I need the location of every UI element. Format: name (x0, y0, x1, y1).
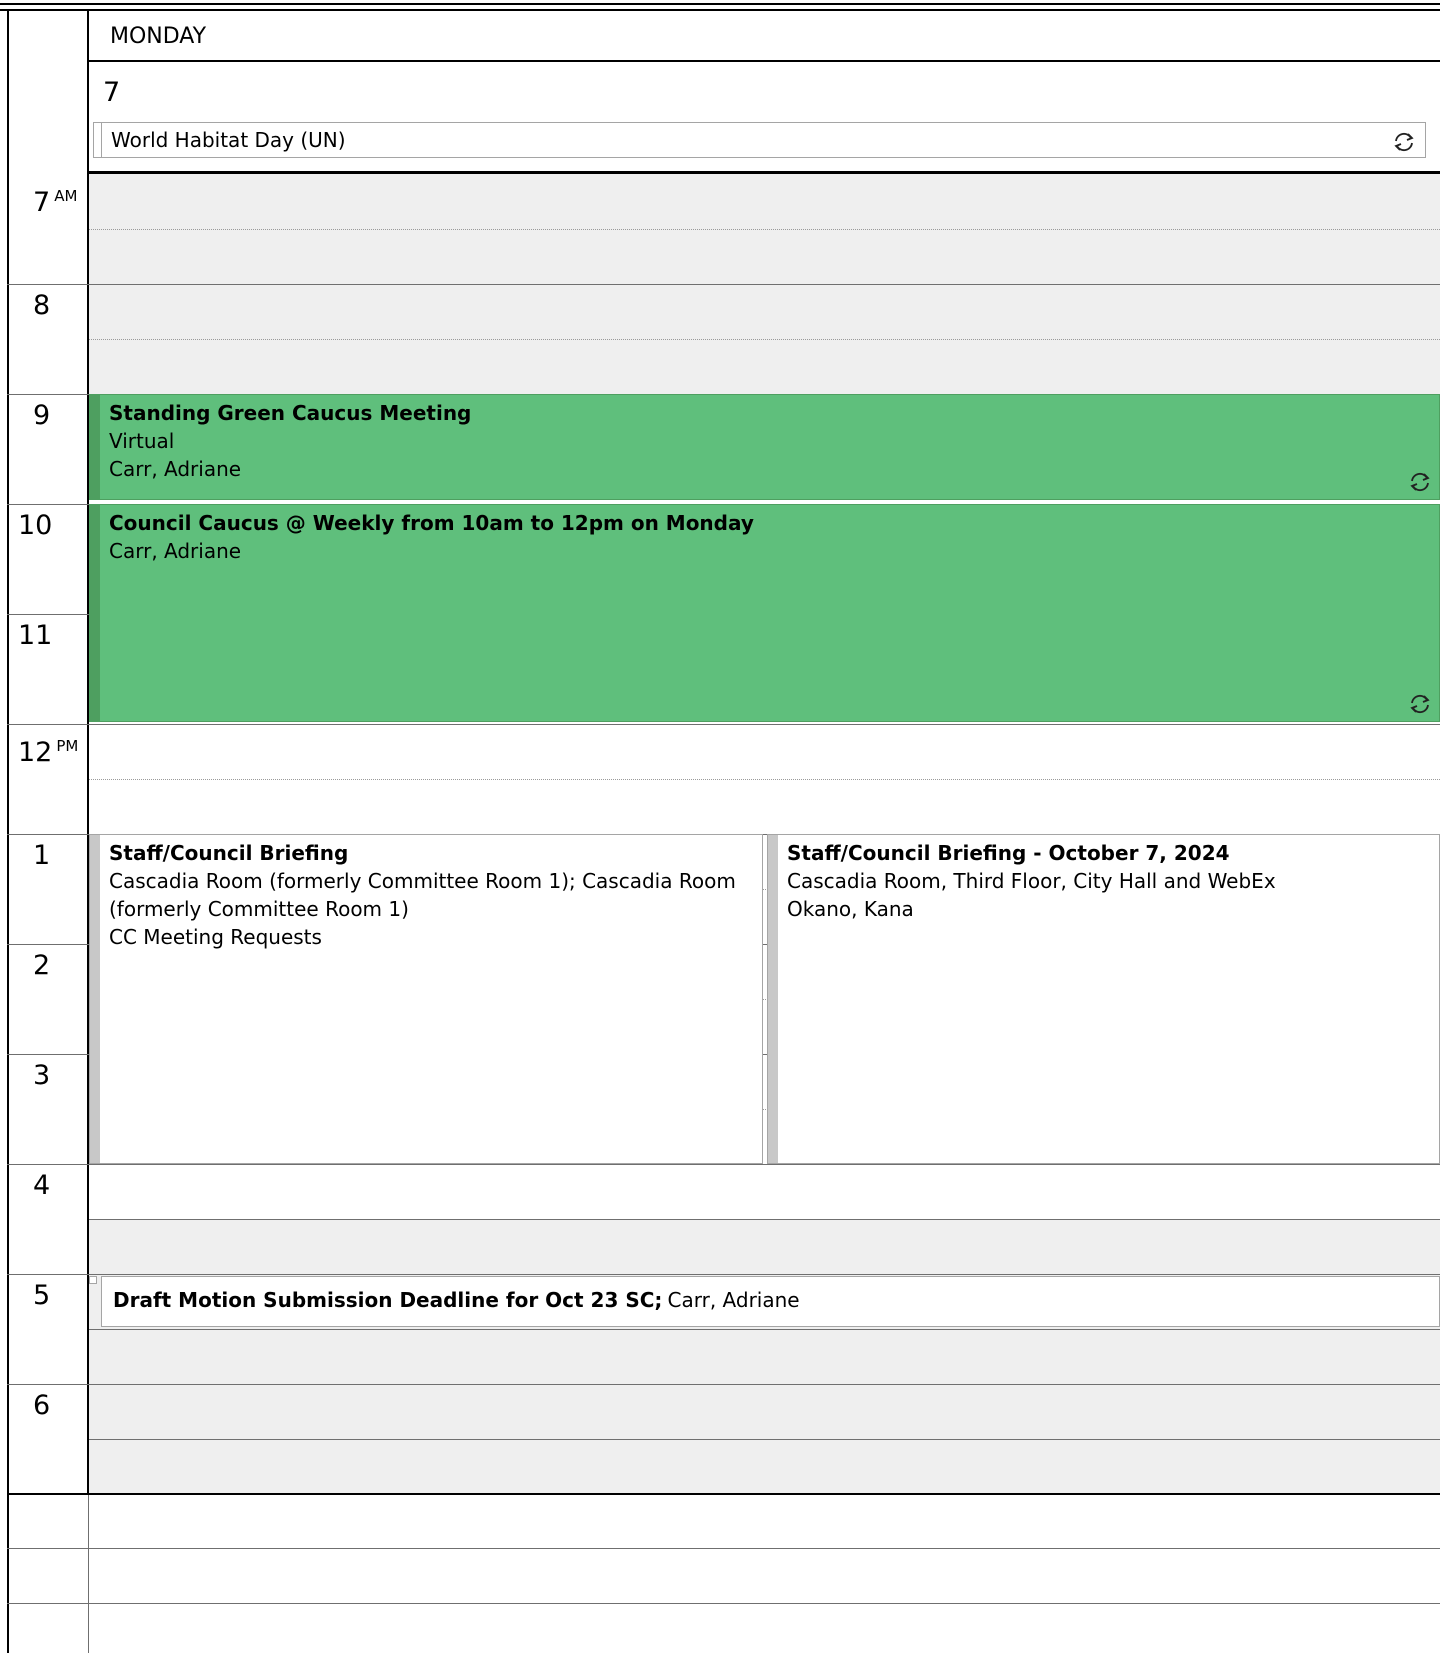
event-staff-council-briefing-oct7[interactable]: Staff/Council Briefing - October 7, 2024… (767, 834, 1440, 1164)
time-label-10: 10 (18, 510, 53, 541)
recurring-icon (1392, 131, 1416, 153)
event-draft-motion-deadline[interactable]: Draft Motion Submission Deadline for Oct… (101, 1276, 1440, 1327)
time-label-3: 3 (33, 1060, 51, 1091)
event-green-caucus[interactable]: Standing Green Caucus Meeting Virtual Ca… (89, 394, 1440, 500)
top-border (0, 3, 1440, 5)
all-day-event-title: World Habitat Day (UN) (111, 128, 346, 152)
event-title: Draft Motion Submission Deadline for Oct… (113, 1288, 663, 1312)
event-organizer: Carr, Adriane (109, 457, 242, 481)
event-details: Council Caucus @ Weekly from 10am to 12p… (109, 509, 754, 565)
event-status-bar (94, 123, 102, 157)
event-details: Staff/Council Briefing - October 7, 2024… (787, 839, 1437, 923)
calendar-left-border (7, 9, 9, 1653)
time-label-12pm: 12 PM (18, 737, 79, 768)
date-number[interactable]: 7 (103, 76, 120, 110)
time-label-6: 6 (33, 1390, 51, 1421)
event-staff-council-briefing[interactable]: Staff/Council Briefing Cascadia Room (fo… (89, 834, 763, 1164)
event-title: Staff/Council Briefing - October 7, 2024 (787, 841, 1230, 865)
event-location: Virtual (109, 429, 175, 453)
non-working-hours-evening (89, 1220, 1440, 1494)
half-hour-line (89, 1439, 1440, 1440)
event-organizer: Carr, Adriane (109, 539, 242, 563)
event-status-bar (90, 505, 100, 721)
top-border-inner (0, 9, 1440, 11)
time-label-5: 5 (33, 1280, 51, 1311)
time-label-9: 9 (33, 400, 51, 431)
time-label-1: 1 (33, 840, 51, 871)
time-label-4: 4 (33, 1170, 51, 1201)
half-hour-line (89, 339, 1440, 340)
half-hour-line (89, 229, 1440, 230)
hour-line (7, 284, 1440, 285)
event-title: Staff/Council Briefing (109, 841, 349, 865)
event-status-bar (90, 835, 100, 1163)
hour-line (7, 724, 1440, 725)
event-calendar: CC Meeting Requests (109, 925, 322, 949)
event-location-continued: (formerly Committee Room 1) (109, 897, 409, 921)
footer-line (7, 1548, 1440, 1549)
all-day-event[interactable]: World Habitat Day (UN) (93, 122, 1426, 158)
event-status-bar (90, 395, 100, 499)
event-title: Council Caucus @ Weekly from 10am to 12p… (109, 511, 754, 535)
event-title: Standing Green Caucus Meeting (109, 401, 472, 425)
event-location: Cascadia Room (formerly Committee Room 1… (109, 869, 736, 893)
time-column-separator-lower (88, 1493, 89, 1653)
recurring-icon (1408, 693, 1432, 715)
event-status-marker (89, 1276, 97, 1284)
half-hour-line (89, 779, 1440, 780)
event-organizer: Carr, Adriane (667, 1288, 800, 1312)
event-details: Standing Green Caucus Meeting Virtual Ca… (109, 399, 471, 483)
event-details: Staff/Council Briefing Cascadia Room (fo… (109, 839, 759, 951)
footer-line (7, 1603, 1440, 1604)
day-of-week-header: MONDAY (110, 24, 207, 49)
time-label-8: 8 (33, 290, 51, 321)
header-divider (89, 60, 1440, 62)
event-organizer: Okano, Kana (787, 897, 914, 921)
day-end-divider (7, 1493, 1440, 1495)
hour-line (7, 1384, 1440, 1385)
half-hour-line (89, 1219, 1440, 1220)
hour-line (7, 1164, 1440, 1165)
event-location: Cascadia Room, Third Floor, City Hall an… (787, 869, 1276, 893)
time-label-11: 11 (18, 620, 53, 651)
half-hour-line (89, 1329, 1440, 1330)
time-label-7am: 7 AM (33, 187, 78, 218)
hour-line (7, 1274, 1440, 1275)
time-label-2: 2 (33, 950, 51, 981)
event-council-caucus[interactable]: Council Caucus @ Weekly from 10am to 12p… (89, 504, 1440, 722)
recurring-icon (1408, 471, 1432, 493)
event-status-bar (768, 835, 778, 1163)
event-details: Draft Motion Submission Deadline for Oct… (113, 1286, 800, 1314)
